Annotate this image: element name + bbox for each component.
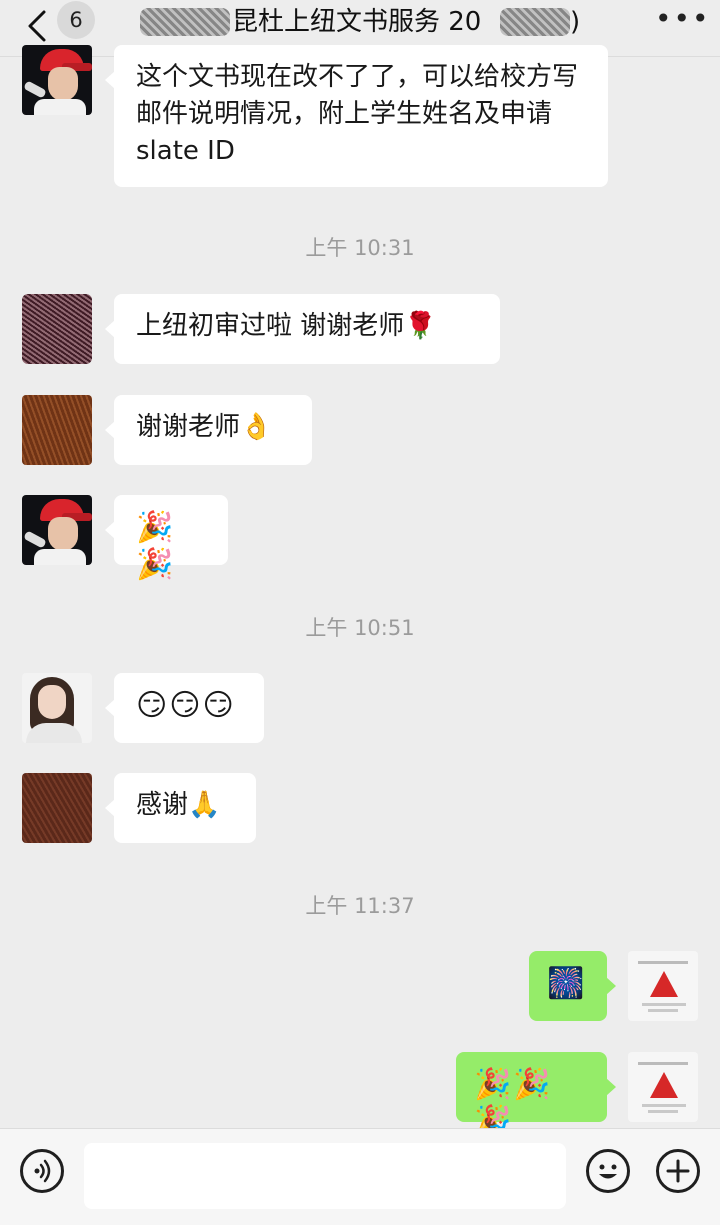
more-icon[interactable]: ••• (655, 5, 711, 33)
redacted-text (140, 8, 230, 36)
timestamp: 上午 10:31 (305, 236, 415, 260)
outgoing-message[interactable]: 🎉🎉🎉 (456, 1052, 616, 1139)
voice-icon[interactable] (20, 1149, 64, 1193)
message-input[interactable] (84, 1143, 566, 1209)
incoming-message[interactable]: 🎉🎉 (105, 495, 228, 582)
avatar[interactable] (628, 1052, 698, 1122)
incoming-message[interactable]: 上纽初审过啦 谢谢老师🌹 (105, 294, 500, 364)
avatar[interactable] (22, 395, 92, 465)
input-toolbar (0, 1128, 720, 1225)
avatar[interactable] (22, 45, 92, 115)
redacted-text (500, 8, 570, 36)
avatar[interactable] (22, 294, 92, 364)
avatar[interactable] (22, 495, 92, 565)
timestamp: 上午 10:51 (305, 616, 415, 640)
outgoing-message[interactable]: 🎆 (529, 951, 616, 1021)
incoming-message[interactable]: 这个文书现在改不了了，可以给校方写邮件说明情况，附上学生姓名及申请 slate … (105, 45, 608, 187)
avatar[interactable] (22, 673, 92, 743)
chevron-left-icon[interactable] (24, 8, 52, 44)
avatar[interactable] (22, 773, 92, 843)
avatar[interactable] (628, 951, 698, 1021)
emoji-icon[interactable] (586, 1149, 630, 1193)
chat-title: 昆杜上纽文书服务 20 ) (140, 4, 590, 40)
incoming-message[interactable]: 😏😏😏 (105, 673, 264, 743)
unread-count-badge[interactable]: 6 (57, 1, 95, 39)
plus-icon[interactable] (656, 1149, 700, 1193)
timestamp: 上午 11:37 (305, 894, 415, 918)
incoming-message[interactable]: 谢谢老师👌 (105, 395, 312, 465)
incoming-message[interactable]: 感谢🙏 (105, 773, 256, 843)
